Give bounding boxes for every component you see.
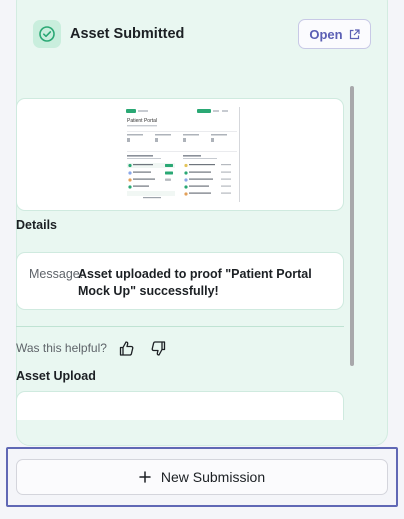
scrollbar-thumb[interactable] — [350, 86, 354, 366]
feedback-row: Was this helpful? — [16, 338, 170, 358]
message-key: Message: — [29, 267, 84, 281]
asset-preview[interactable]: Patient Portal — [16, 98, 344, 211]
details-box: Message: Asset uploaded to proof "Patien… — [16, 252, 344, 310]
feedback-prompt: Was this helpful? — [16, 341, 107, 355]
check-circle-icon — [33, 20, 61, 48]
thumbs-down-icon[interactable] — [148, 337, 170, 359]
card-title: Asset Submitted — [70, 26, 185, 42]
thumbnail-title: Patient Portal — [127, 118, 157, 124]
plus-icon — [139, 471, 151, 483]
message-value: Asset uploaded to proof "Patient Portal … — [78, 267, 312, 298]
section-divider — [16, 326, 344, 327]
new-submission-button[interactable]: New Submission — [16, 459, 388, 495]
open-button-label: Open — [309, 26, 343, 42]
external-link-icon — [349, 28, 360, 40]
submission-details-scroll[interactable]: Patient Portal Details Message: Asset up… — [16, 98, 346, 420]
asset-thumbnail: Patient Portal — [125, 107, 245, 204]
open-button[interactable]: Open — [298, 19, 371, 49]
asset-upload-heading: Asset Upload — [16, 369, 96, 383]
new-submission-label: New Submission — [160, 469, 266, 485]
details-heading: Details — [16, 218, 57, 232]
card-header: Asset Submitted Open — [33, 17, 371, 51]
thumbs-up-icon[interactable] — [116, 337, 138, 359]
asset-upload-box[interactable] — [16, 391, 344, 420]
